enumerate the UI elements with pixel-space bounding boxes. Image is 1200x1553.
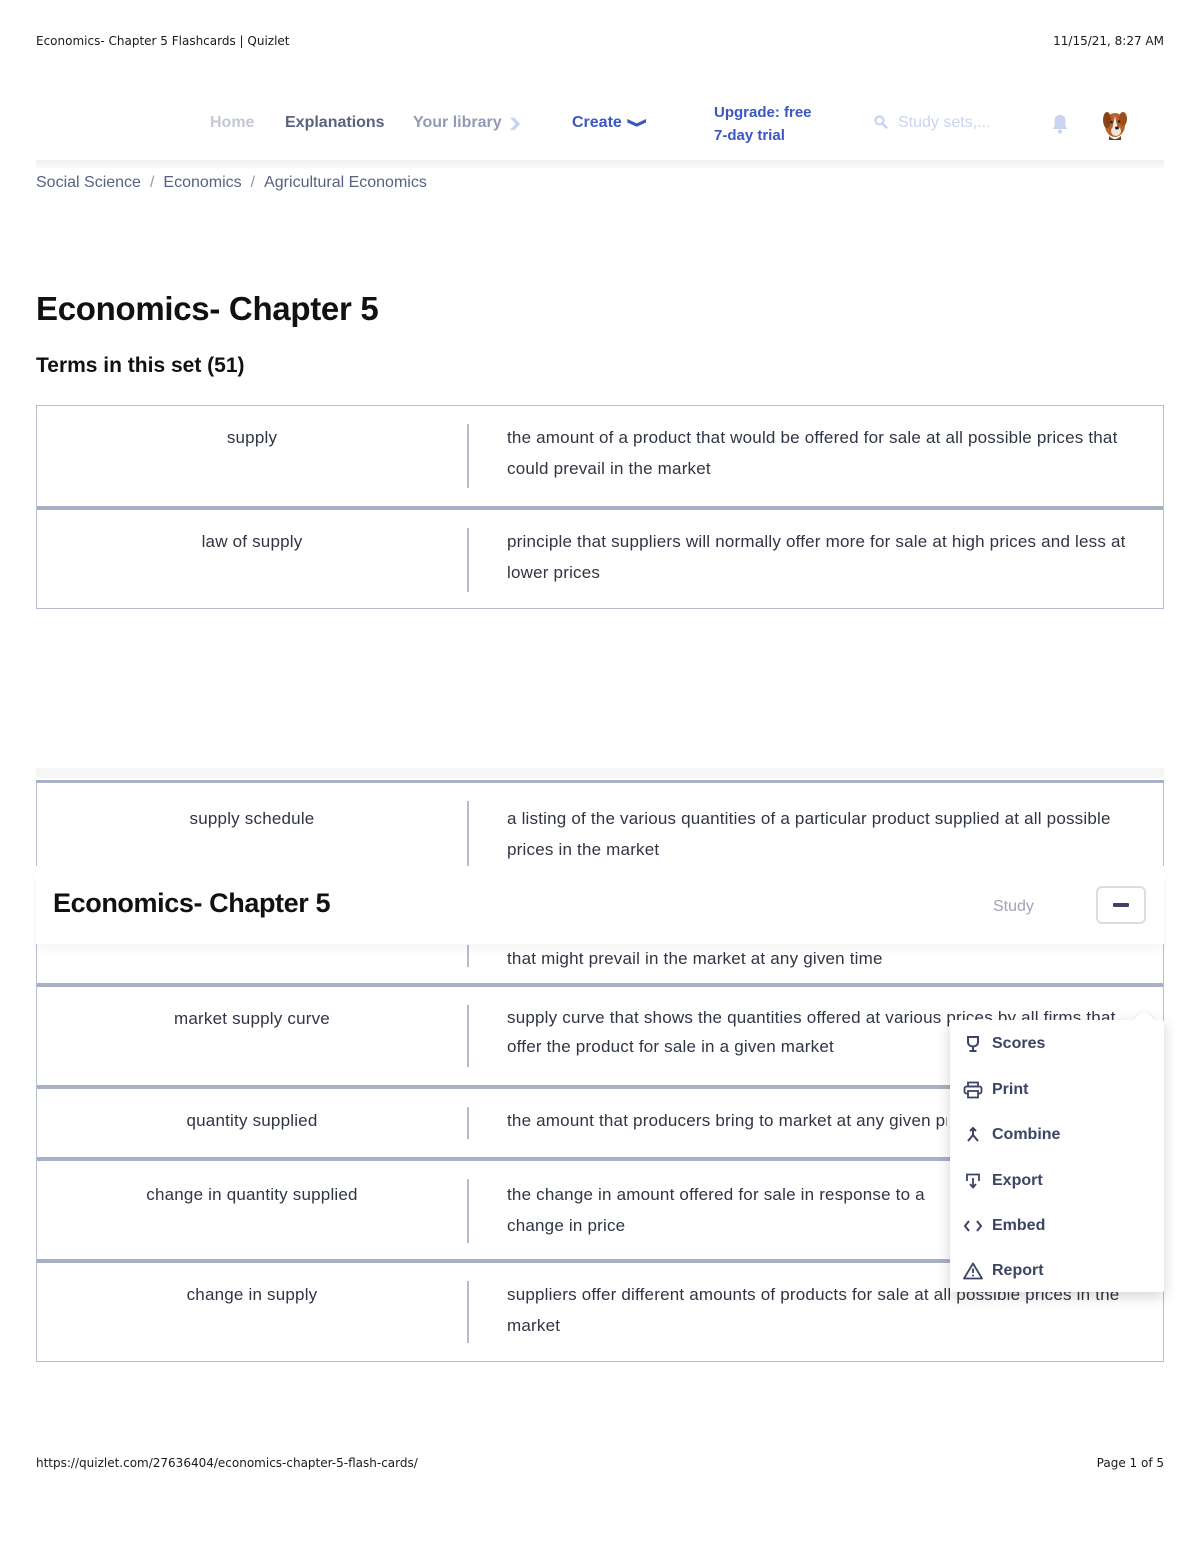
breadcrumb-economics[interactable]: Economics <box>163 174 241 191</box>
search-input[interactable] <box>898 112 1018 134</box>
menu-item-label: Embed <box>992 1217 1046 1234</box>
term-word: law of supply <box>201 532 303 551</box>
term-divider <box>467 1107 469 1139</box>
breadcrumb-social-science[interactable]: Social Science <box>36 174 141 191</box>
term-word: supply schedule <box>189 809 315 828</box>
menu-item-scores[interactable]: Scores <box>962 1031 1045 1057</box>
top-navigation: Home Explanations Your library ❯ Create ❯ … <box>36 86 1164 160</box>
export-icon <box>962 1171 984 1191</box>
search-icon <box>874 115 888 129</box>
user-avatar[interactable] <box>1098 106 1132 142</box>
breadcrumb-separator: / <box>250 174 256 191</box>
menu-item-label: Combine <box>992 1126 1061 1143</box>
term-definition: the amount that producers bring to marke… <box>507 1111 947 1130</box>
term-divider <box>467 945 469 967</box>
term-word: supply <box>226 428 278 447</box>
nav-shadow <box>36 160 1164 168</box>
menu-item-label: Print <box>992 1081 1029 1098</box>
terms-heading: Terms in this set (51) <box>36 354 245 377</box>
page-break <box>36 768 1164 778</box>
term-definition: the amount of a product that would be of… <box>507 428 1118 478</box>
print-page-title: Economics- Chapter 5 Flashcards | Quizle… <box>36 34 290 48</box>
nav-explanations-link[interactable]: Explanations <box>285 114 385 132</box>
term-word: quantity supplied <box>186 1111 318 1130</box>
more-options-menu: Scores Print Combine Export Embed Report <box>950 1010 1164 1292</box>
term-divider <box>467 1179 469 1243</box>
upgrade-line-2: 7-day trial <box>714 127 785 144</box>
print-footer: https://quizlet.com/27636404/economics-c… <box>36 1456 1164 1472</box>
menu-item-export[interactable]: Export <box>962 1168 1043 1194</box>
term-definition: that might prevail in the market at any … <box>507 949 883 968</box>
term-definition: the change in amount offered for sale in… <box>507 1185 925 1235</box>
terms-list: supply the amount of a product that woul… <box>36 405 1164 609</box>
term-row: supply the amount of a product that woul… <box>37 406 1163 510</box>
chevron-down-icon: ❯ <box>507 116 522 130</box>
menu-item-label: Report <box>992 1262 1044 1279</box>
page-title: Economics- Chapter 5 <box>36 290 379 327</box>
term-divider <box>467 1281 469 1343</box>
breadcrumb: Social Science / Economics / Agricultural Ec… <box>36 174 427 192</box>
chevron-down-icon: ❯ <box>627 117 649 129</box>
more-options-button[interactable] <box>1096 886 1146 924</box>
menu-item-combine[interactable]: Combine <box>962 1122 1060 1148</box>
print-header: Economics- Chapter 5 Flashcards | Quizle… <box>36 34 1164 50</box>
term-word: change in supply <box>186 1285 318 1304</box>
bell-icon[interactable] <box>1050 113 1070 135</box>
print-page-number: Page 1 of 5 <box>1096 1456 1164 1470</box>
term-definition: a listing of the various quantities of a… <box>507 809 1111 859</box>
print-url: https://quizlet.com/27636404/economics-c… <box>36 1456 418 1470</box>
breadcrumb-agricultural-economics[interactable]: Agricultural Economics <box>264 174 427 191</box>
nav-your-library-label: Your library <box>413 114 502 131</box>
menu-item-embed[interactable]: Embed <box>962 1213 1045 1239</box>
nav-create-label: Create <box>572 114 622 131</box>
term-definition: principle that suppliers will normally o… <box>507 532 1126 582</box>
nav-your-library-dropdown[interactable]: Your library ❯ <box>413 114 522 132</box>
embed-icon <box>962 1216 984 1236</box>
upgrade-line-1: Upgrade: free <box>714 104 812 121</box>
term-row: law of supply principle that suppliers w… <box>37 510 1163 608</box>
menu-item-print[interactable]: Print <box>962 1077 1028 1103</box>
sticky-set-title: Economics- Chapter 5 <box>53 888 331 918</box>
term-divider <box>467 528 469 592</box>
breadcrumb-separator: / <box>149 174 155 191</box>
menu-item-label: Export <box>992 1172 1043 1189</box>
term-divider <box>467 424 469 488</box>
nav-create-dropdown[interactable]: Create ❯ <box>572 114 648 132</box>
menu-item-report[interactable]: Report <box>962 1258 1044 1284</box>
term-word: market supply curve <box>174 1009 330 1028</box>
printer-icon <box>962 1080 984 1100</box>
upgrade-link[interactable]: Upgrade: free 7-day trial <box>714 101 812 147</box>
more-icon <box>1113 903 1129 907</box>
combine-icon <box>962 1125 984 1145</box>
print-datetime: 11/15/21, 8:27 AM <box>1053 34 1164 48</box>
warning-icon <box>962 1261 984 1281</box>
nav-home-link[interactable]: Home <box>210 114 254 132</box>
study-button[interactable]: Study <box>993 898 1034 916</box>
term-word: change in quantity supplied <box>146 1185 358 1204</box>
sticky-set-header: Economics- Chapter 5 Study <box>36 866 1164 944</box>
trophy-icon <box>962 1034 984 1054</box>
menu-caret <box>1132 1010 1156 1021</box>
term-divider <box>467 1005 469 1067</box>
menu-item-label: Scores <box>992 1035 1046 1052</box>
